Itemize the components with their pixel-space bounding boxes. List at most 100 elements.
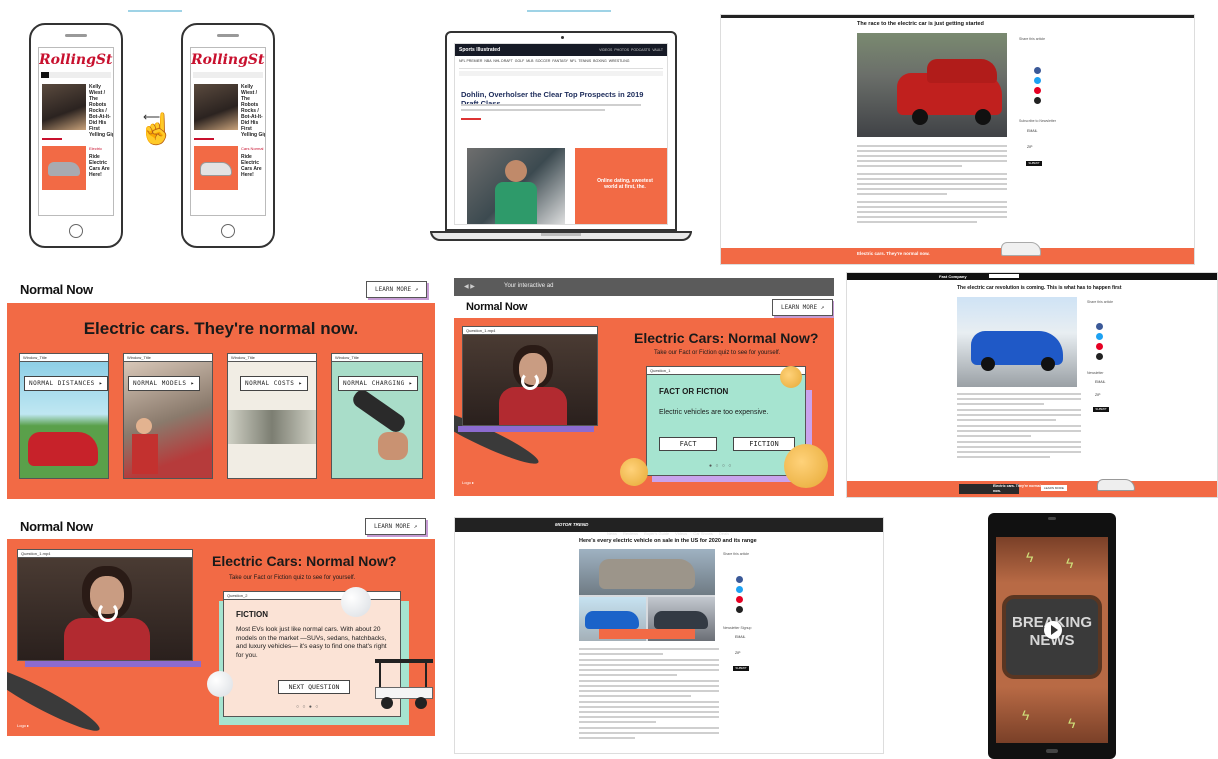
twitter-icon[interactable] xyxy=(736,586,743,593)
sticky-banner-ad[interactable]: Electric cars. They're normal now. LEARN… xyxy=(847,479,1217,497)
sticky-banner-ad[interactable]: Electric cars. They're normal now. xyxy=(721,242,1194,264)
video-window[interactable]: Question_1.mp4 xyxy=(17,549,193,661)
ad-headline[interactable]: Ride Electric Cars Are Here! xyxy=(241,154,265,178)
footer-logo[interactable]: Logo ▸ xyxy=(462,480,474,485)
site-logo[interactable]: MOTOR TREND xyxy=(555,522,588,527)
inline-ad-strip[interactable] xyxy=(599,629,695,639)
si-dek xyxy=(461,104,641,114)
zip-field[interactable]: ZIP xyxy=(1027,145,1032,149)
normal-now-logo[interactable]: Normal Now xyxy=(20,519,93,534)
next-question-button[interactable]: NEXT QUESTION xyxy=(278,680,350,694)
nav-home-tab[interactable] xyxy=(41,72,49,78)
pinterest-icon[interactable] xyxy=(1096,343,1103,350)
quiz-answer-text: Most EVs look just like normal cars. Wit… xyxy=(236,626,387,659)
zip-field[interactable]: ZIP xyxy=(735,651,740,655)
presenter-top xyxy=(64,618,150,660)
breaking-news-video[interactable]: ϟ ϟ BREAKING NEWS ϟ ϟ xyxy=(996,537,1108,743)
article-hero-image[interactable] xyxy=(857,33,1007,137)
site-nav[interactable] xyxy=(41,72,111,78)
wheel xyxy=(415,697,427,709)
email-field[interactable]: EMAIL xyxy=(735,635,746,639)
email-field[interactable]: EMAIL xyxy=(1095,380,1106,384)
phone-home-button[interactable] xyxy=(69,224,83,238)
si-top-nav[interactable]: VIDEOS PHOTOS PODCASTS VAULT xyxy=(599,48,663,52)
email-icon[interactable] xyxy=(1096,353,1103,360)
replay-icon[interactable] xyxy=(98,602,118,622)
card-costs[interactable]: Window_Title NORMAL COSTS ▸ xyxy=(227,353,317,479)
nav-arrows[interactable]: ◀ ▶ xyxy=(464,283,475,290)
twitter-icon[interactable] xyxy=(1096,333,1103,340)
tile-accent-line xyxy=(128,10,182,12)
card-charging[interactable]: Window_Title NORMAL CHARGING ▸ xyxy=(331,353,423,479)
learn-more-button[interactable]: LEARN MORE ↗ xyxy=(365,518,427,535)
si-logo[interactable]: Sports Illustrated xyxy=(459,47,500,53)
red-car-2 xyxy=(927,59,997,83)
laptop-camera xyxy=(561,36,564,39)
ad-headline[interactable]: Ride Electric Cars Are Here! xyxy=(89,154,113,178)
laptop-base xyxy=(430,231,692,241)
hand xyxy=(378,432,408,460)
normal-charging-button[interactable]: NORMAL CHARGING ▸ xyxy=(338,376,418,391)
search-box[interactable] xyxy=(989,274,1019,278)
site-nav[interactable] xyxy=(193,72,263,78)
email-icon[interactable] xyxy=(1034,97,1041,104)
normal-now-logo[interactable]: Normal Now xyxy=(20,282,93,297)
twitter-icon[interactable] xyxy=(1034,77,1041,84)
learn-more-button[interactable]: LEARN MORE ↗ xyxy=(772,299,834,316)
submit-button[interactable]: SUBMIT xyxy=(1026,161,1042,166)
card-models[interactable]: Window_Title NORMAL MODELS ▸ xyxy=(123,353,213,479)
site-logo[interactable]: Fast Company xyxy=(939,274,967,279)
article-hero-image[interactable] xyxy=(957,297,1077,387)
normal-now-logo[interactable]: Normal Now xyxy=(466,301,527,313)
facebook-icon[interactable] xyxy=(1034,67,1041,74)
article-headline[interactable]: The electric car revolution is coming. T… xyxy=(957,285,1121,291)
normal-costs-button[interactable]: NORMAL COSTS ▸ xyxy=(240,376,308,391)
presenter-top xyxy=(499,387,567,425)
video-window[interactable]: Question_1.mp4 xyxy=(462,326,598,426)
pagination-dots[interactable]: ○ ○ ● ○ xyxy=(296,704,319,710)
article-headline[interactable]: Kelly Wiest / The Robots Rocks / Bot-At-… xyxy=(89,84,113,138)
card-title-bar: Window_Title xyxy=(124,354,212,362)
article-headline[interactable]: Kelly Wiest / The Robots Rocks / Bot-At-… xyxy=(241,84,265,138)
facebook-icon[interactable] xyxy=(1096,323,1103,330)
breaking-news-phone: ϟ ϟ BREAKING NEWS ϟ ϟ xyxy=(988,513,1116,759)
learn-more-button[interactable]: LEARN MORE ↗ xyxy=(366,281,428,298)
phone-home-button[interactable] xyxy=(221,224,235,238)
footer-logo[interactable]: Logo ▸ xyxy=(17,723,29,728)
replay-icon[interactable] xyxy=(521,372,539,390)
si-article-image[interactable] xyxy=(467,148,565,224)
ad-tag: Electric xyxy=(89,146,103,151)
pinterest-icon[interactable] xyxy=(1034,87,1041,94)
fiction-button[interactable]: FICTION xyxy=(733,437,795,451)
zip-field[interactable]: ZIP xyxy=(1095,393,1100,397)
quiz-headline: Electric Cars: Normal Now? xyxy=(634,330,819,346)
email-field[interactable]: EMAIL xyxy=(1027,129,1038,133)
play-button-icon[interactable] xyxy=(1044,621,1062,639)
article-hero-image[interactable] xyxy=(579,549,715,641)
submit-button[interactable]: SUBMIT xyxy=(1093,407,1109,412)
ad-panel: Electric cars. They're normal now. Windo… xyxy=(7,303,435,499)
phone-home-bar[interactable] xyxy=(1046,749,1058,753)
si-ad-slot[interactable]: Online dating, sweetest world at first, … xyxy=(575,148,667,224)
normal-distances-button[interactable]: NORMAL DISTANCES ▸ xyxy=(24,376,108,391)
si-header: Sports Illustrated VIDEOS PHOTOS PODCAST… xyxy=(455,44,667,56)
fact-button[interactable]: FACT xyxy=(659,437,717,451)
article-image-robot[interactable] xyxy=(42,84,86,130)
coin-graphic xyxy=(780,366,802,388)
ad-electric-car[interactable] xyxy=(194,146,238,190)
article-headline[interactable]: The race to the electric car is just get… xyxy=(857,21,984,27)
article-headline[interactable]: Here's every electric vehicle on sale in… xyxy=(579,538,757,544)
grey-suv xyxy=(599,559,695,589)
facebook-icon[interactable] xyxy=(736,576,743,583)
si-sub-nav[interactable]: NFL PREMIER NBA NHL DRAFT GOLF MLB SOCCE… xyxy=(459,59,663,65)
article-image-robot[interactable] xyxy=(194,84,238,130)
pagination-dots[interactable]: ● ○ ○ ○ xyxy=(709,463,732,469)
ad-electric-car[interactable] xyxy=(42,146,86,190)
card-distances[interactable]: Window_Title NORMAL DISTANCES ▸ xyxy=(19,353,109,479)
wheel xyxy=(975,109,991,125)
email-icon[interactable] xyxy=(736,606,743,613)
pinterest-icon[interactable] xyxy=(736,596,743,603)
normal-models-button[interactable]: NORMAL MODELS ▸ xyxy=(128,376,200,391)
submit-button[interactable]: SUBMIT xyxy=(733,666,749,671)
banner-learn-more[interactable]: LEARN MORE xyxy=(1041,485,1067,491)
